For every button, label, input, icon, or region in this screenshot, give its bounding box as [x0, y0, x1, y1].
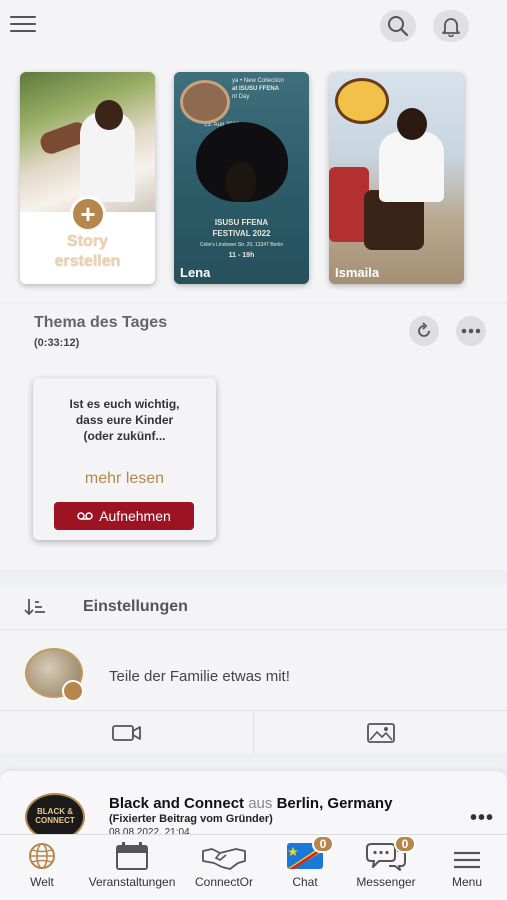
- poster-title-2: FESTIVAL 2022: [212, 229, 271, 238]
- post-header: Black and Connect aus Berlin, Germany: [109, 795, 392, 812]
- record-label: Aufnehmen: [99, 508, 171, 524]
- poster-time: 11 - 19h: [228, 252, 255, 259]
- more-dots-icon: [461, 328, 481, 334]
- poster-subheader: at ISUSU FFENA: [232, 86, 280, 92]
- nav-label: Veranstaltungen: [88, 875, 176, 889]
- photo-button[interactable]: [254, 711, 507, 755]
- story-avatar: [335, 78, 389, 124]
- video-camera-icon: [111, 725, 141, 741]
- story-card-ismaila[interactable]: Ismaila: [329, 72, 464, 284]
- create-story-label: Story erstellen: [54, 233, 121, 270]
- sort-icon[interactable]: [24, 597, 46, 617]
- search-icon: [388, 16, 409, 37]
- story-avatar: [180, 80, 230, 124]
- section-title: Thema des Tages: [34, 314, 168, 331]
- feed-post[interactable]: BLACK & CONNECT Black and Connect aus Be…: [0, 771, 507, 841]
- refresh-icon: [418, 322, 430, 337]
- nav-welt[interactable]: Welt: [14, 835, 70, 900]
- avatar-logo-text: BLACK & CONNECT: [35, 807, 75, 825]
- composer-actions: [0, 710, 507, 755]
- story-create-photo: [20, 72, 155, 212]
- voicemail-icon: [77, 512, 93, 520]
- nav-menu[interactable]: Menu: [444, 835, 490, 900]
- post-subtitle: (Fixierter Beitrag vom Gründer): [109, 813, 273, 825]
- nav-label: Welt: [30, 875, 54, 889]
- stories-row: + Story erstellen ya • New Collection at…: [0, 52, 507, 302]
- nav-connector[interactable]: ConnectOr: [188, 835, 260, 900]
- thema-question: Ist es euch wichtig, dass eure Kinder (o…: [69, 397, 180, 443]
- timer: (0:33:12): [34, 337, 80, 349]
- hamburger-icon: [454, 851, 480, 869]
- nav-chat[interactable]: Chat 0: [278, 835, 334, 900]
- post-composer: Teile der Familie etwas mit!: [0, 629, 507, 755]
- nav-label: Chat: [292, 875, 318, 889]
- settings-label[interactable]: Einstellungen: [83, 598, 188, 616]
- settings-bar[interactable]: Einstellungen: [0, 585, 507, 629]
- poster-title: ISUSU FFENA: [214, 218, 269, 227]
- nav-messenger[interactable]: Messenger 0: [350, 835, 422, 900]
- thema-des-tages-section: Thema des Tages (0:33:12) Ist es euch wi…: [0, 304, 507, 570]
- post-location: Berlin, Germany: [276, 795, 393, 812]
- calendar-icon: [116, 842, 148, 870]
- poster-header: ya • New Collection: [232, 78, 284, 84]
- chat-badge: 0: [312, 835, 334, 853]
- image-icon: [366, 723, 395, 743]
- top-bar: [0, 0, 507, 52]
- bell-icon: [442, 18, 460, 37]
- notifications-button[interactable]: [433, 10, 469, 42]
- bottom-nav: Welt Veranstaltungen ConnectOr Chat 0 Me…: [0, 834, 507, 900]
- composer-input[interactable]: Teile der Familie etwas mit!: [109, 668, 290, 685]
- poster-address: Celie's Lindower Str. 20, 13347 Berlin: [199, 242, 284, 248]
- nav-label: ConnectOr: [194, 875, 254, 889]
- plus-icon[interactable]: +: [70, 196, 106, 232]
- nav-label: Menu: [451, 875, 483, 889]
- story-card-lena[interactable]: ya • New Collection at ISUSU FFENA nt Da…: [174, 72, 309, 284]
- post-author[interactable]: Black and Connect: [109, 795, 244, 812]
- story-name: Ismaila: [335, 265, 380, 280]
- hamburger-icon[interactable]: [10, 16, 36, 36]
- story-name: Lena: [180, 265, 211, 280]
- poster-line: nt Day: [232, 94, 250, 100]
- messenger-badge: 0: [394, 835, 416, 853]
- badge-icon: [62, 680, 84, 702]
- nav-veranstaltungen[interactable]: Veranstaltungen: [82, 835, 182, 900]
- globe-icon: [29, 843, 55, 869]
- thema-card[interactable]: Ist es euch wichtig, dass eure Kinder (o…: [33, 378, 216, 540]
- refresh-button[interactable]: [409, 316, 439, 346]
- handshake-icon: [202, 848, 246, 870]
- nav-label: Messenger: [356, 875, 416, 889]
- more-options-button[interactable]: [456, 316, 486, 346]
- video-button[interactable]: [0, 711, 253, 755]
- search-button[interactable]: [380, 10, 416, 42]
- record-button[interactable]: Aufnehmen: [54, 502, 194, 530]
- create-story-card[interactable]: + Story erstellen: [20, 72, 155, 284]
- post-aus: aus: [248, 795, 273, 812]
- post-more-icon[interactable]: •••: [470, 807, 494, 830]
- read-more-link[interactable]: mehr lesen: [33, 470, 216, 488]
